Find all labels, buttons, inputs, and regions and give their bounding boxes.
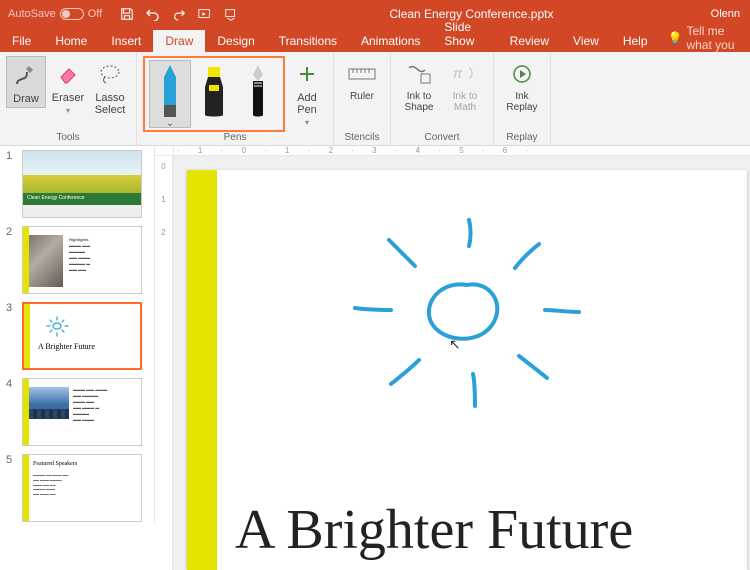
thumb-row-2: 2 Highlights▬▬▬ ▬▬▬▬▬▬▬▬ ▬▬▬▬▬▬▬ ▬▬▬ ▬▬: [6, 226, 148, 294]
thumb-row-5: 5 Featured Speakers ▬▬▬▬ ▬▬ ▬▬▬ ▬▬▬▬ ▬▬▬…: [6, 454, 148, 522]
draw-icon: [10, 59, 42, 91]
tab-home[interactable]: Home: [43, 30, 99, 52]
ribbon: Draw Eraser ▾ Lasso Select Tools: [0, 52, 750, 146]
pen-black[interactable]: [237, 60, 279, 128]
pen-yellow-highlighter[interactable]: [193, 60, 235, 128]
thumbnail-5[interactable]: Featured Speakers ▬▬▬▬ ▬▬ ▬▬▬ ▬▬▬▬ ▬▬▬ ▬…: [22, 454, 142, 522]
tell-me-label: Tell me what you: [686, 24, 742, 52]
group-convert: Ink to Shape π Ink to Math Convert: [391, 52, 494, 145]
ruler-button[interactable]: Ruler: [340, 56, 384, 104]
lasso-select-button[interactable]: Lasso Select: [90, 56, 130, 118]
ruler-icon: [346, 58, 378, 90]
slide-canvas-area: · 1 · 0 · 1 · 2 · 3 · 4 · 5 · 6 · 0 1 2: [155, 146, 750, 523]
tab-draw[interactable]: Draw: [153, 30, 205, 52]
thumb-number: 4: [6, 378, 16, 390]
ink-sun-drawing: [187, 170, 747, 430]
tools-group-label: Tools: [56, 132, 79, 144]
plus-icon: [291, 58, 323, 90]
redo-icon[interactable]: [168, 3, 190, 25]
eraser-icon: [52, 58, 84, 90]
replay-group-label: Replay: [506, 132, 537, 144]
add-pen-label: Add Pen: [289, 92, 325, 116]
thumb-number: 1: [6, 150, 16, 162]
workspace: 1 Clean Energy Conference 2 Highlights▬▬…: [0, 146, 750, 523]
thumb-number: 3: [6, 302, 16, 314]
group-stencils: Ruler Stencils: [334, 52, 391, 145]
cursor-icon: ↖: [449, 336, 461, 353]
tab-design[interactable]: Design: [205, 30, 266, 52]
slide-3[interactable]: ↖ A Brighter Future: [187, 170, 747, 570]
convert-group-label: Convert: [424, 132, 459, 144]
tab-transitions[interactable]: Transitions: [267, 30, 349, 52]
quick-access-toolbar: [110, 3, 242, 25]
ruler-label: Ruler: [350, 91, 374, 102]
tab-view[interactable]: View: [561, 30, 611, 52]
slide-stage[interactable]: ↖ A Brighter Future: [173, 156, 750, 570]
tab-slide-show[interactable]: Slide Show: [432, 16, 497, 52]
tab-insert[interactable]: Insert: [99, 30, 153, 52]
ink-replay-label: Ink Replay: [502, 91, 542, 113]
autosave-toggle[interactable]: AutoSave Off: [0, 8, 110, 20]
pen-blue[interactable]: [149, 60, 191, 128]
svg-text:π: π: [453, 65, 463, 81]
thumb-number: 2: [6, 226, 16, 238]
draw-label: Draw: [13, 93, 39, 105]
slide-thumbnails-pane[interactable]: 1 Clean Energy Conference 2 Highlights▬▬…: [0, 146, 155, 523]
thumbnail-4[interactable]: ▬▬▬ ▬▬ ▬▬▬▬▬ ▬▬▬▬▬▬▬ ▬▬▬▬ ▬▬▬ ▬▬▬▬▬▬▬ ▬▬…: [22, 378, 142, 446]
replay-icon: [506, 58, 538, 90]
group-pens: Add Pen ▾ Pens: [137, 52, 334, 145]
thumbnail-3[interactable]: A Brighter Future: [22, 302, 142, 370]
lightbulb-icon: 💡: [668, 31, 683, 45]
draw-button[interactable]: Draw: [6, 56, 46, 108]
pens-group-label: Pens: [224, 132, 247, 144]
toggle-icon: [60, 8, 84, 20]
thumb3-title: A Brighter Future: [38, 342, 95, 351]
ink-to-math-button: π Ink to Math: [443, 56, 487, 115]
tell-me-search[interactable]: 💡 Tell me what you: [660, 24, 750, 52]
eraser-button[interactable]: Eraser ▾: [48, 56, 88, 117]
tab-animations[interactable]: Animations: [349, 30, 432, 52]
ink-replay-button[interactable]: Ink Replay: [500, 56, 544, 115]
thumb-row-3: 3 A Brighter Future: [6, 302, 148, 370]
stencils-group-label: Stencils: [344, 132, 379, 144]
horizontal-ruler[interactable]: · 1 · 0 · 1 · 2 · 3 · 4 · 5 · 6 ·: [155, 146, 750, 156]
start-from-beginning-icon[interactable]: [194, 3, 216, 25]
vertical-ruler[interactable]: 0 1 2: [155, 156, 173, 570]
thumb-number: 5: [6, 454, 16, 466]
ribbon-tabs: File Home Insert Draw Design Transitions…: [0, 28, 750, 52]
save-icon[interactable]: [116, 3, 138, 25]
ink-to-shape-button[interactable]: Ink to Shape: [397, 56, 441, 115]
pens-gallery: [143, 56, 285, 132]
undo-icon[interactable]: [142, 3, 164, 25]
thumbnail-2[interactable]: Highlights▬▬▬ ▬▬▬▬▬▬▬▬ ▬▬▬▬▬▬▬ ▬▬▬ ▬▬: [22, 226, 142, 294]
group-tools: Draw Eraser ▾ Lasso Select Tools: [0, 52, 137, 145]
eraser-label: Eraser: [52, 92, 84, 104]
autosave-label: AutoSave: [8, 8, 56, 20]
qat-more-icon[interactable]: [220, 3, 242, 25]
ink-to-math-icon: π: [449, 58, 481, 90]
slide-headline[interactable]: A Brighter Future: [235, 498, 633, 562]
autosave-state: Off: [88, 8, 102, 20]
lasso-icon: [94, 58, 126, 90]
title-bar: AutoSave Off Clean Energy Conference.ppt…: [0, 0, 750, 28]
thumb-row-1: 1 Clean Energy Conference: [6, 150, 148, 218]
ink-to-shape-label: Ink to Shape: [399, 91, 439, 113]
tab-file[interactable]: File: [0, 30, 43, 52]
tab-help[interactable]: Help: [611, 30, 660, 52]
thumb5-title: Featured Speakers: [33, 461, 77, 467]
tab-review[interactable]: Review: [498, 30, 561, 52]
thumbnail-1[interactable]: Clean Energy Conference: [22, 150, 142, 218]
group-replay: Ink Replay Replay: [494, 52, 551, 145]
add-pen-button[interactable]: Add Pen ▾: [287, 56, 327, 129]
ink-to-shape-icon: [403, 58, 435, 90]
account-name[interactable]: Olenn: [701, 8, 750, 20]
ink-to-math-label: Ink to Math: [445, 91, 485, 113]
thumb-row-4: 4 ▬▬▬ ▬▬ ▬▬▬▬▬ ▬▬▬▬▬▬▬ ▬▬▬▬ ▬▬▬ ▬▬▬▬▬▬▬ …: [6, 378, 148, 446]
lasso-label: Lasso Select: [92, 92, 128, 116]
